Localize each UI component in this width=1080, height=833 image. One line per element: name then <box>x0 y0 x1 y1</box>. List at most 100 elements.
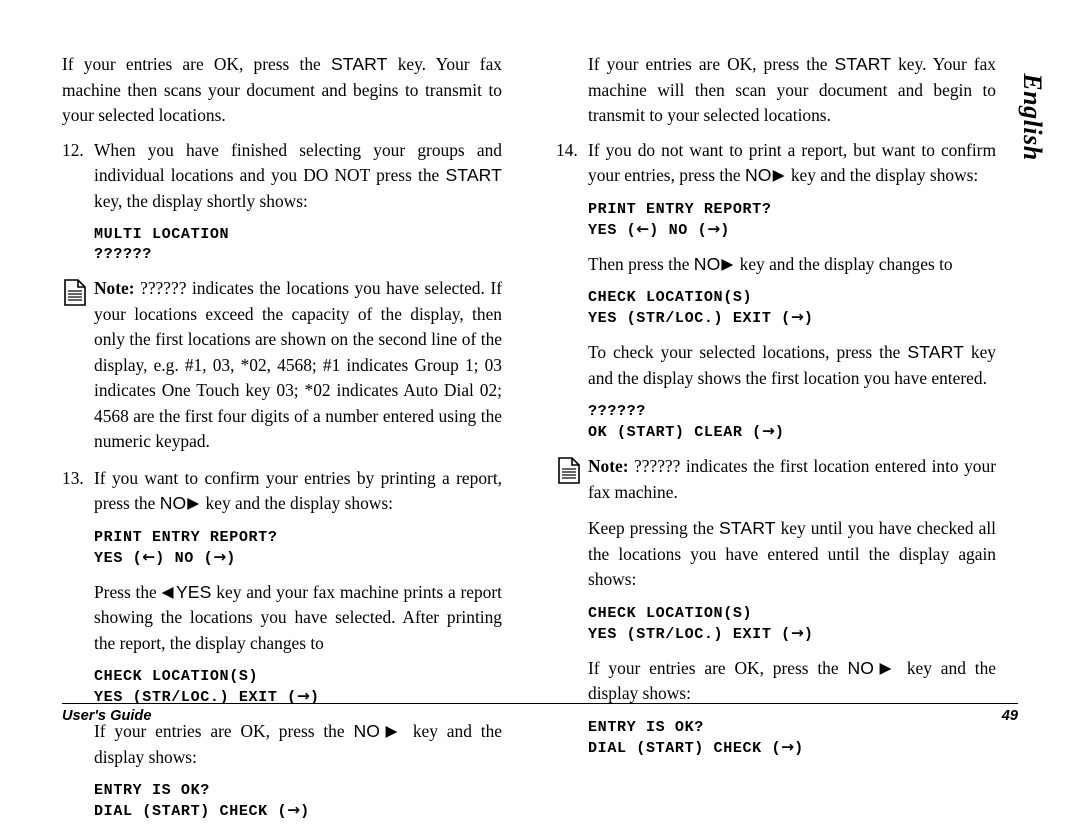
lcd-line-2: YES (STR/LOC.) EXIT (→) <box>588 623 814 643</box>
lcd-text: ) NO ( <box>155 548 214 567</box>
note-block-first-location: Note: ?????? indicates the first locatio… <box>556 454 996 505</box>
arrow-right-icon: → <box>790 308 804 326</box>
arrow-right-icon: → <box>213 547 227 566</box>
footer-title: User's Guide <box>62 708 152 724</box>
no-key-label: NO <box>353 721 381 741</box>
paragraph-then-press: Then press the NO▶ key and the display c… <box>588 252 996 278</box>
right-column: If your entries are OK, press the START … <box>556 52 996 770</box>
note-label: Note: <box>94 278 135 298</box>
text-run: ?????? indicates the first location ente… <box>588 456 996 502</box>
text-run: To check your selected locations, press … <box>588 342 908 362</box>
lcd-display-check-locations: CHECK LOCATION(S) YES (STR/LOC.) EXIT (→… <box>94 666 502 707</box>
start-key-label: START <box>719 518 776 538</box>
list-item-14: 14. If you do not want to print a report… <box>556 138 996 189</box>
text-run: ?????? indicates the locations you have … <box>94 278 502 451</box>
arrow-left-icon: ← <box>142 547 156 566</box>
text-run: key and the display changes to <box>735 253 953 274</box>
arrow-right-icon: → <box>761 422 775 440</box>
text-run: Press the <box>94 581 162 602</box>
lcd-text: YES ( <box>94 548 143 567</box>
lcd-line-2: YES (STR/LOC.) EXIT (→) <box>588 308 814 327</box>
lcd-display-print-entry-report: PRINT ENTRY REPORT? YES (←) NO (→) <box>588 199 996 240</box>
right-triangle-icon: ▶ <box>381 722 402 740</box>
yes-key-label: YES <box>175 581 212 602</box>
right-triangle-icon: ▶ <box>875 658 896 677</box>
lcd-text: ) <box>720 220 730 239</box>
lcd-line-1: ?????? <box>588 402 646 420</box>
right-triangle-icon: ▶ <box>721 254 734 273</box>
lcd-line-2: ?????? <box>94 245 152 263</box>
lcd-text: ) <box>226 548 236 567</box>
document-page: If your entries are OK, press the START … <box>0 0 1080 820</box>
right-triangle-icon: ▶ <box>772 166 785 184</box>
list-item-13: 13. If you want to confirm your entries … <box>62 466 502 517</box>
lcd-text: YES ( <box>588 220 637 239</box>
lcd-display-check-locations: CHECK LOCATION(S) YES (STR/LOC.) EXIT (→… <box>588 287 996 328</box>
lcd-line-2: OK (START) CLEAR (→) <box>588 422 785 441</box>
note-icon <box>558 457 580 484</box>
language-tab: English <box>1012 52 1052 182</box>
lcd-line-1: MULTI LOCATION <box>94 225 230 243</box>
paragraph-intro-left: If your entries are OK, press the START … <box>62 52 502 129</box>
arrow-left-icon: ← <box>636 219 650 238</box>
lcd-line-1: CHECK LOCATION(S) <box>588 603 753 622</box>
start-key-label: START <box>330 54 388 74</box>
arrow-right-icon: → <box>707 219 721 238</box>
paragraph-to-check: To check your selected locations, press … <box>588 340 996 391</box>
note-text: Note: ?????? indicates the first locatio… <box>588 454 996 505</box>
note-text: Note: ?????? indicates the locations you… <box>94 276 502 455</box>
lcd-text: DIAL (START) CHECK ( <box>588 738 782 757</box>
lcd-text: DIAL (START) CHECK ( <box>94 802 288 820</box>
paragraph-keep-pressing: Keep pressing the START key until you ha… <box>588 516 996 593</box>
lcd-line-1: PRINT ENTRY REPORT? <box>588 199 772 218</box>
text-run: Then press the <box>588 253 694 274</box>
lcd-text: YES (STR/LOC.) EXIT ( <box>588 309 791 327</box>
footer-page-number: 49 <box>1001 708 1018 724</box>
text-run: If your entries are OK, press the <box>588 657 848 678</box>
no-key-label: NO <box>847 657 875 678</box>
list-item-text: If you want to confirm your entries by p… <box>94 466 502 517</box>
note-icon <box>64 279 86 306</box>
text-run: If your entries are OK, press the <box>94 721 354 741</box>
text-run: Keep pressing the <box>588 518 719 538</box>
lcd-display-check-locations-again: CHECK LOCATION(S) YES (STR/LOC.) EXIT (→… <box>588 603 996 644</box>
lcd-line-1: ENTRY IS OK? <box>94 781 210 799</box>
lcd-text: ) <box>774 423 785 441</box>
lcd-text: ) NO ( <box>649 220 708 239</box>
lcd-display-entry-is-ok: ENTRY IS OK? DIAL (START) CHECK (→) <box>94 780 502 821</box>
lcd-display-print-entry-report: PRINT ENTRY REPORT? YES (←) NO (→) <box>94 527 502 568</box>
arrow-right-icon: → <box>790 623 804 642</box>
lcd-line-1: PRINT ENTRY REPORT? <box>94 527 278 546</box>
lcd-text: ) <box>300 802 310 820</box>
left-triangle-icon: ◀ <box>161 582 174 601</box>
lcd-line-2: DIAL (START) CHECK (→) <box>588 738 804 757</box>
paragraph-intro-right: If your entries are OK, press the START … <box>588 52 996 129</box>
no-key-label: NO <box>159 493 187 513</box>
start-key-label: START <box>907 342 964 362</box>
note-block-locations: Note: ?????? indicates the locations you… <box>62 276 502 455</box>
language-tab-label: English <box>1018 73 1047 161</box>
page-footer: User's Guide 49 <box>62 708 1018 724</box>
paragraph-entries-ok-right: If your entries are OK, press the NO▶ ke… <box>588 656 996 707</box>
lcd-text: ) <box>803 309 814 327</box>
list-item-12: 12. When you have finished selecting you… <box>62 138 502 215</box>
lcd-line-1: CHECK LOCATION(S) <box>94 667 259 685</box>
start-key-label: START <box>445 165 502 185</box>
lcd-display-first-location: ?????? OK (START) CLEAR (→) <box>588 401 996 442</box>
no-key-label: NO <box>744 165 772 185</box>
text-run: key and the display shows: <box>201 493 393 513</box>
text-run: key, the display shortly shows: <box>94 190 308 211</box>
no-key-label: NO <box>693 253 721 274</box>
lcd-text: YES (STR/LOC.) EXIT ( <box>588 624 791 643</box>
paragraph-press-yes: Press the ◀ YES key and your fax machine … <box>94 580 502 657</box>
lcd-text: OK (START) CLEAR ( <box>588 423 762 441</box>
list-number: 13. <box>62 467 84 488</box>
list-item-text: When you have finished selecting your gr… <box>94 138 502 215</box>
lcd-display-multi-location: MULTI LOCATION ?????? <box>94 224 502 264</box>
text-run: When you have finished selecting your gr… <box>94 139 502 186</box>
list-number: 14. <box>556 139 578 160</box>
lcd-text: ) <box>803 624 814 643</box>
lcd-line-2: YES (←) NO (→) <box>588 219 730 239</box>
text-run: If your entries are OK, press the <box>62 54 331 74</box>
lcd-line-2: DIAL (START) CHECK (→) <box>94 801 310 820</box>
